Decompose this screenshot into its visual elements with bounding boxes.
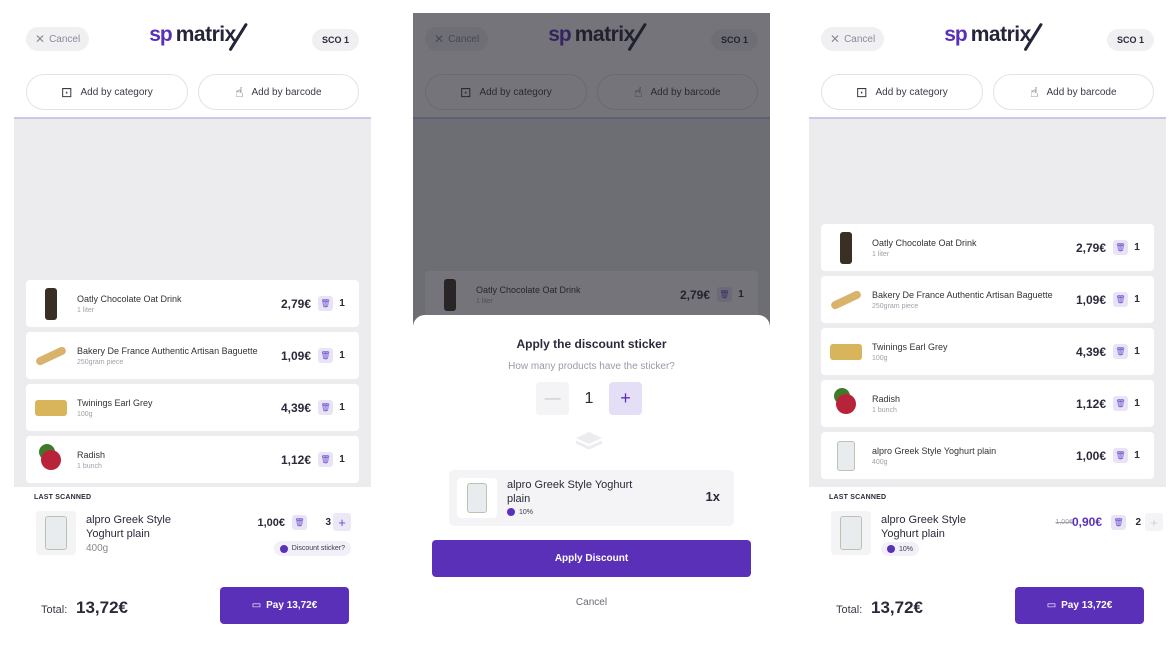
baguette-image xyxy=(829,281,863,319)
trash-icon[interactable]: 🗑 xyxy=(318,452,333,467)
percent-icon xyxy=(507,508,515,516)
stack-icon xyxy=(575,432,603,450)
cart-list: Oatly Chocolate Oat Drink1 liter 2,79€ 🗑… xyxy=(821,224,1154,479)
card-icon: ▭ xyxy=(251,600,262,611)
add-by-category-button[interactable]: ⊡Add by category xyxy=(26,74,188,110)
cart-item: alpro Greek Style Yoghurt plain 400g 1,00… xyxy=(821,432,1154,479)
oat-drink-image xyxy=(34,285,68,323)
trash-icon[interactable]: 🗑 xyxy=(1113,396,1128,411)
cancel-button[interactable]: ✕Cancel xyxy=(26,27,90,51)
screen-cart-discounted: ✕ Cancel sp matrix SCO 1 ⊡ Add by category … xyxy=(809,13,1166,653)
oat-drink-image xyxy=(829,229,863,267)
trash-icon[interactable]: 🗑 xyxy=(1113,344,1128,359)
cancel-button[interactable]: ✕Cancel xyxy=(821,27,885,51)
percent-badge: 10% xyxy=(507,508,533,516)
cart-item: Oatly Chocolate Oat Drink1 liter 2,79€ 🗑… xyxy=(821,224,1154,271)
cart-item: Bakery De France Authentic Artisan Bague… xyxy=(821,276,1154,323)
cart-item: Radish 1 bunch 1,12€ 🗑 1 xyxy=(26,436,359,483)
station-badge: SCO 1 xyxy=(311,29,359,51)
pay-button[interactable]: ▭ Pay 13,72€ xyxy=(1015,587,1144,624)
close-icon: ✕ xyxy=(35,32,46,46)
trash-icon[interactable]: 🗑 xyxy=(318,296,333,311)
baguette-image xyxy=(34,337,68,375)
cart-area: Oatly Chocolate Oat Drink1 liter 2,79€ 🗑… xyxy=(14,117,371,487)
barcode-hand-icon: ☝ xyxy=(234,83,244,100)
pay-button[interactable]: ▭ Pay 13,72€ xyxy=(220,587,349,624)
cart-item: Bakery De France Authentic Artisan Bague… xyxy=(26,332,359,379)
yoghurt-image xyxy=(829,437,863,475)
footer: Total: 13,72€ ▭ Pay 13,72€ xyxy=(809,579,1166,653)
yoghurt-image xyxy=(831,511,871,555)
footer: Total: 13,72€ ▭ Pay 13,72€ xyxy=(14,579,371,653)
cart-item: Radish 1 bunch 1,12€ 🗑 1 xyxy=(821,380,1154,427)
quantity-stepper: — 1 + xyxy=(536,382,642,415)
modal-cancel-button[interactable]: Cancel xyxy=(413,597,770,608)
logo: spmatrix xyxy=(149,22,249,52)
discount-sheet: Apply the discount sticker How many prod… xyxy=(413,315,770,653)
tea-box-image xyxy=(829,333,863,371)
trash-icon[interactable]: 🗑 xyxy=(292,515,307,530)
trash-icon[interactable]: 🗑 xyxy=(1111,515,1126,530)
screen-discount-modal: ✕Cancel spmatrix SCO 1 ⊡Add by category … xyxy=(413,13,770,653)
trash-icon[interactable]: 🗑 xyxy=(318,400,333,415)
cart-item: Oatly Chocolate Oat Drink1 liter 2,79€ 🗑… xyxy=(26,280,359,327)
add-row: ⊡Add by category ☝Add by barcode xyxy=(821,74,1154,110)
discount-product-card: alpro Greek Style Yoghurt plain 10% 1x xyxy=(449,470,734,526)
trash-icon[interactable]: 🗑 xyxy=(1113,448,1128,463)
add-by-barcode-button[interactable]: ☝Add by barcode xyxy=(197,74,359,110)
cart-list: Oatly Chocolate Oat Drink1 liter 2,79€ 🗑… xyxy=(26,280,359,483)
station-badge: SCO 1 xyxy=(1106,29,1154,51)
category-icon: ⊡ xyxy=(60,83,73,100)
cart-area: Oatly Chocolate Oat Drink1 liter 2,79€ 🗑… xyxy=(809,117,1166,487)
cart-item: Twinings Earl Grey 100g 4,39€ 🗑 1 xyxy=(821,328,1154,375)
radish-image xyxy=(34,441,68,479)
add-row: ⊡Add by category ☝Add by barcode xyxy=(26,74,359,110)
radish-image xyxy=(829,385,863,423)
logo: spmatrix xyxy=(944,22,1044,52)
card-icon: ▭ xyxy=(1046,600,1057,611)
percent-icon xyxy=(887,545,895,553)
yoghurt-image xyxy=(457,478,497,518)
increase-quantity-button[interactable]: + xyxy=(1145,513,1163,531)
percent-icon xyxy=(279,544,288,553)
last-scanned-panel: LAST SCANNED alpro Greek Style Yoghurt p… xyxy=(809,487,1166,579)
trash-icon[interactable]: 🗑 xyxy=(1113,240,1128,255)
yoghurt-image xyxy=(36,511,76,555)
cart-item: Twinings Earl Grey 100g 4,39€ 🗑 1 xyxy=(26,384,359,431)
decrease-button[interactable]: — xyxy=(536,382,569,415)
top-bar: ✕Cancel spmatrix SCO 1 xyxy=(14,13,371,71)
trash-icon[interactable]: 🗑 xyxy=(318,348,333,363)
apply-discount-button[interactable]: Apply Discount xyxy=(432,540,751,577)
stepper-value: 1 xyxy=(584,389,594,407)
increase-quantity-button[interactable]: + xyxy=(333,513,351,531)
percent-badge: 10% xyxy=(881,542,920,556)
category-icon: ⊡ xyxy=(855,83,868,100)
close-icon: ✕ xyxy=(830,32,841,46)
barcode-hand-icon: ☝ xyxy=(1029,83,1039,100)
top-bar: ✕Cancel spmatrix SCO 1 xyxy=(809,13,1166,71)
trash-icon[interactable]: 🗑 xyxy=(1113,292,1128,307)
increase-button[interactable]: + xyxy=(609,382,642,415)
add-by-category-button[interactable]: ⊡Add by category xyxy=(821,74,983,110)
discount-sticker-link[interactable]: Discount sticker? xyxy=(273,541,351,556)
add-by-barcode-button[interactable]: ☝Add by barcode xyxy=(992,74,1154,110)
screen-cart: ✕ Cancel sp matrix SCO 1 ⊡ Add by category … xyxy=(14,13,371,653)
tea-box-image xyxy=(34,389,68,427)
last-scanned-panel: LAST SCANNED alpro Greek Style Yoghurt p… xyxy=(14,487,371,579)
